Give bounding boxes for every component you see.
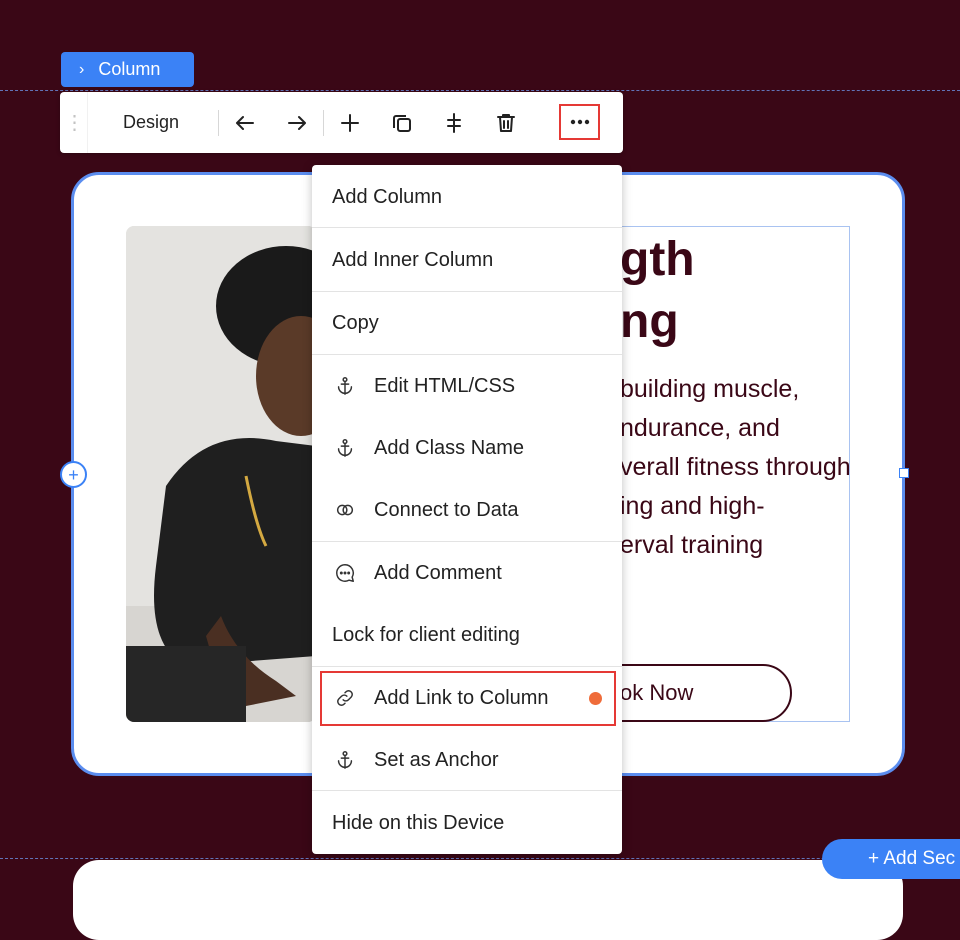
menu-item-lock-client-editing[interactable]: Lock for client editing — [312, 604, 622, 666]
comment-icon — [332, 560, 358, 586]
section-guide-top — [0, 90, 960, 91]
move-left-button[interactable] — [219, 103, 271, 143]
menu-item-label: Add Comment — [374, 561, 502, 584]
trash-icon — [497, 113, 515, 132]
section-body-line: ing and high- — [620, 492, 765, 520]
plus-icon — [341, 113, 359, 132]
move-right-button[interactable] — [271, 103, 323, 143]
menu-item-add-inner-column[interactable]: Add Inner Column — [312, 229, 622, 291]
align-button[interactable] — [428, 103, 480, 143]
section-guide-bottom — [0, 858, 960, 859]
menu-item-label: Add Column — [332, 185, 443, 208]
notification-dot — [589, 692, 602, 705]
breadcrumb-label: Column — [98, 59, 161, 79]
highlight-box — [320, 671, 616, 726]
section-heading-line1: gth — [620, 233, 695, 286]
add-element-plus-icon[interactable]: + — [60, 461, 87, 488]
align-icon — [447, 112, 461, 133]
menu-item-edit-html-css[interactable]: Edit HTML/CSS — [312, 355, 622, 417]
element-toolbar: ⋮ Design — [60, 92, 623, 153]
menu-item-label: Add Class Name — [374, 436, 525, 459]
add-section-button[interactable]: + Add Sec — [822, 839, 960, 879]
anchor-icon — [332, 435, 358, 461]
more-actions-button[interactable] — [559, 104, 600, 140]
menu-item-label: Add Inner Column — [332, 248, 494, 271]
section-body-line: ndurance, and — [620, 414, 780, 442]
menu-item-label: Connect to Data — [374, 498, 519, 521]
drag-handle-icon[interactable]: ⋮ — [60, 92, 88, 153]
next-section-card[interactable] — [73, 860, 903, 940]
duplicate-icon — [393, 114, 411, 132]
menu-divider — [312, 790, 622, 791]
menu-item-add-class-name[interactable]: Add Class Name — [312, 417, 622, 479]
chevron-right-icon: › — [79, 60, 85, 78]
arrow-right-icon — [288, 115, 306, 130]
menu-divider — [312, 227, 622, 228]
anchor-icon — [332, 373, 358, 399]
section-body-line: verall fitness through — [620, 453, 851, 481]
arrow-left-icon — [236, 115, 254, 130]
more-icon — [570, 119, 589, 125]
add-button[interactable] — [324, 103, 376, 143]
section-body-line: erval training — [620, 531, 764, 559]
section-body-line: building muscle, — [620, 375, 800, 403]
menu-item-add-comment[interactable]: Add Comment — [312, 542, 622, 604]
column-context-menu: Add Column Add Inner Column Copy Edit HT… — [312, 165, 622, 854]
menu-item-label: Edit HTML/CSS — [374, 374, 516, 397]
duplicate-button[interactable] — [376, 103, 428, 143]
connect-data-icon — [332, 497, 358, 523]
trainer-photo-graphic — [126, 226, 316, 722]
menu-item-label: Set as Anchor — [374, 748, 499, 771]
column-breadcrumb[interactable]: › Column — [61, 52, 194, 87]
menu-item-label: Copy — [332, 311, 379, 334]
resize-handle[interactable] — [899, 468, 909, 478]
design-button[interactable]: Design — [88, 112, 218, 133]
menu-item-copy[interactable]: Copy — [312, 292, 622, 354]
menu-item-label: Lock for client editing — [332, 623, 520, 646]
menu-item-set-as-anchor[interactable]: Set as Anchor — [312, 729, 622, 791]
delete-button[interactable] — [480, 103, 532, 143]
menu-item-connect-to-data[interactable]: Connect to Data — [312, 479, 622, 541]
menu-item-add-column[interactable]: Add Column — [312, 166, 622, 228]
section-heading-line2: ng — [620, 295, 679, 348]
trainer-image[interactable] — [126, 226, 316, 722]
menu-item-hide-on-device[interactable]: Hide on this Device — [312, 792, 622, 854]
menu-item-label: Hide on this Device — [332, 811, 505, 834]
anchor-icon — [332, 747, 358, 773]
